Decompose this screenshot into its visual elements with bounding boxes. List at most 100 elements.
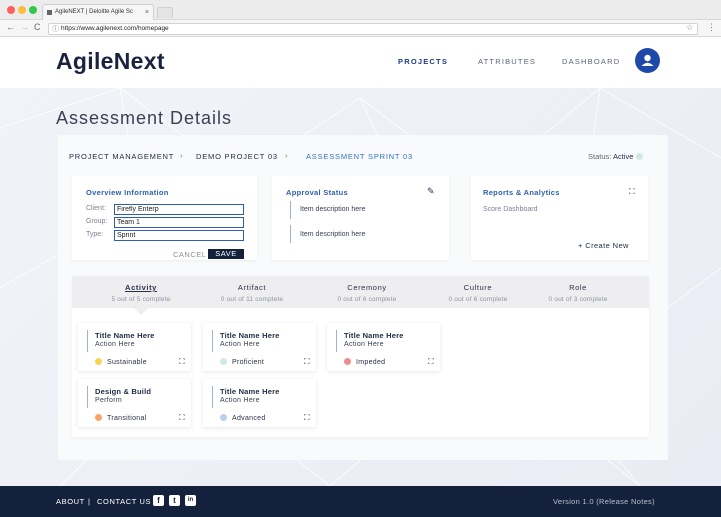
twitter-icon[interactable]: t <box>169 495 180 506</box>
tile-level-label: Advanced <box>232 415 266 422</box>
linkedin-icon[interactable]: in <box>185 495 196 506</box>
group-field[interactable] <box>114 217 244 228</box>
facebook-icon[interactable]: f <box>153 495 164 506</box>
app-header: AgileNext PROJECTS ATTRIBUTES DASHBOARD <box>0 37 721 88</box>
avatar[interactable] <box>635 48 660 73</box>
user-icon <box>641 54 654 66</box>
tab-close-icon[interactable]: × <box>145 5 149 20</box>
info-icon[interactable]: ⓘ <box>52 25 59 35</box>
breadcrumb-project-management[interactable]: PROJECT MANAGEMENT <box>69 152 174 161</box>
tab-activity[interactable]: Activity 5 out of 5 complete <box>86 276 196 308</box>
assessment-panel: PROJECT MANAGEMENT › DEMO PROJECT 03 › A… <box>58 135 668 460</box>
type-field[interactable] <box>114 230 244 241</box>
save-button[interactable]: SAVE <box>208 249 244 259</box>
tab-role[interactable]: Role 0 out of 3 complete <box>523 276 633 308</box>
bookmark-star-icon[interactable]: ☆ <box>686 23 693 32</box>
reports-card: Reports & Analytics ⛶ Score Dashboard + … <box>471 176 648 260</box>
expand-icon[interactable]: ⛶ <box>428 357 434 367</box>
tile-accent-bar <box>87 386 88 408</box>
attribute-tile[interactable]: Title Name Here Action Here Sustainable … <box>78 323 191 371</box>
tile-level-label: Proficient <box>232 359 265 366</box>
url-field[interactable]: ⓘ https://www.agilenext.com/homepage <box>48 23 698 35</box>
tab-role-label: Role <box>569 283 587 292</box>
create-new-button[interactable]: + Create New <box>578 241 629 250</box>
tile-level-label: Transitional <box>107 415 147 422</box>
browser-menu-icon[interactable]: ⋮ <box>707 22 716 33</box>
expand-icon[interactable]: ⛶ <box>179 413 185 423</box>
tile-accent-bar <box>212 330 213 352</box>
attribute-tabs-area: Activity 5 out of 5 complete Artifact 0 … <box>72 276 649 437</box>
version-text[interactable]: Version 1.0 (Release Notes) <box>553 497 655 506</box>
expand-icon[interactable]: ⛶ <box>629 187 635 197</box>
tile-level: Transitional <box>95 414 147 422</box>
minimize-window-button[interactable] <box>18 6 26 14</box>
breadcrumb-assessment-sprint: ASSESSMENT SPRINT 03 <box>306 152 414 161</box>
approval-title: Approval Status <box>286 188 349 197</box>
attribute-tile[interactable]: Design & Build Perform Transitional ⛶ <box>78 379 191 427</box>
nav-dashboard[interactable]: DASHBOARD <box>562 57 620 66</box>
score-dashboard-link[interactable]: Score Dashboard <box>483 206 537 213</box>
nav-projects[interactable]: PROJECTS <box>398 57 448 66</box>
browser-tab[interactable]: AgileNEXT | Deloitte Agile Sc × <box>42 4 154 20</box>
maximize-window-button[interactable] <box>29 6 37 14</box>
favicon-icon <box>47 10 52 15</box>
tab-ceremony-label: Ceremony <box>347 283 387 292</box>
approval-item: Item description here <box>300 231 366 238</box>
logo[interactable]: AgileNext <box>56 48 165 75</box>
about-link[interactable]: ABOUT <box>56 497 85 506</box>
attribute-tile[interactable]: Title Name Here Action Here Impeded ⛶ <box>327 323 440 371</box>
expand-icon[interactable]: ⛶ <box>304 357 310 367</box>
new-tab-button[interactable] <box>157 7 173 18</box>
tile-level: Sustainable <box>95 358 147 366</box>
cancel-button[interactable]: CANCEL <box>173 250 206 259</box>
attribute-tile[interactable]: Title Name Here Action Here Advanced ⛶ <box>203 379 316 427</box>
active-tab-caret <box>134 308 148 315</box>
tile-title: Title Name Here <box>220 331 280 340</box>
type-label: Type: <box>86 231 104 238</box>
tab-role-progress: 0 out of 3 complete <box>548 296 608 303</box>
tab-ceremony-progress: 0 out of 6 complete <box>337 296 397 303</box>
page-title: Assessment Details <box>56 108 233 128</box>
tab-activity-progress: 5 out of 5 complete <box>111 296 171 303</box>
breadcrumb-demo-project[interactable]: DEMO PROJECT 03 <box>196 152 278 161</box>
level-dot <box>220 358 227 365</box>
tab-artifact[interactable]: Artifact 0 out of 11 complete <box>197 276 307 308</box>
forward-arrow-icon[interactable]: → <box>20 22 29 32</box>
attribute-tile[interactable]: Title Name Here Action Here Proficient ⛶ <box>203 323 316 371</box>
nav-attributes[interactable]: ATTRIBUTES <box>478 57 536 66</box>
tile-accent-bar <box>87 330 88 352</box>
tile-title: Title Name Here <box>344 331 404 340</box>
tile-accent-bar <box>336 330 337 352</box>
tab-artifact-label: Artifact <box>237 283 267 292</box>
contact-us-link[interactable]: CONTACT US <box>97 497 151 506</box>
expand-icon[interactable]: ⛶ <box>179 357 185 367</box>
tab-culture[interactable]: Culture 0 out of 6 complete <box>423 276 533 308</box>
tile-subtitle: Action Here <box>344 341 384 348</box>
status-value: Active <box>613 152 634 161</box>
approval-card: Approval Status ✎ Item description here … <box>272 176 449 260</box>
tab-artifact-progress: 0 out of 11 complete <box>220 296 284 303</box>
tab-culture-label: Culture <box>463 283 493 292</box>
client-label: Client: <box>86 205 106 212</box>
client-field[interactable] <box>114 204 244 215</box>
edit-pencil-icon[interactable]: ✎ <box>427 186 435 197</box>
tab-ceremony[interactable]: Ceremony 0 out of 6 complete <box>312 276 422 308</box>
reload-icon[interactable]: C <box>34 22 41 32</box>
main-area: Assessment Details PROJECT MANAGEMENT › … <box>0 88 721 486</box>
address-bar-row: ← → C ⓘ https://www.agilenext.com/homepa… <box>0 20 721 37</box>
approval-item: Item description here <box>300 206 366 213</box>
breadcrumb-separator: › <box>285 151 288 160</box>
tile-subtitle: Action Here <box>220 341 260 348</box>
status-dot <box>635 153 643 160</box>
browser-titlebar: AgileNEXT | Deloitte Agile Sc × <box>0 0 721 20</box>
tile-level: Impeded <box>344 358 385 366</box>
group-label: Group: <box>86 218 108 225</box>
back-arrow-icon[interactable]: ← <box>6 22 15 32</box>
tile-subtitle: Perform <box>95 397 122 404</box>
level-dot <box>95 414 102 421</box>
close-window-button[interactable] <box>7 6 15 14</box>
expand-icon[interactable]: ⛶ <box>304 413 310 423</box>
tile-title: Design & Build <box>95 387 152 396</box>
tab-activity-label: Activity <box>125 283 157 292</box>
overview-card: Overview Information Client: Group: Type… <box>72 176 257 260</box>
